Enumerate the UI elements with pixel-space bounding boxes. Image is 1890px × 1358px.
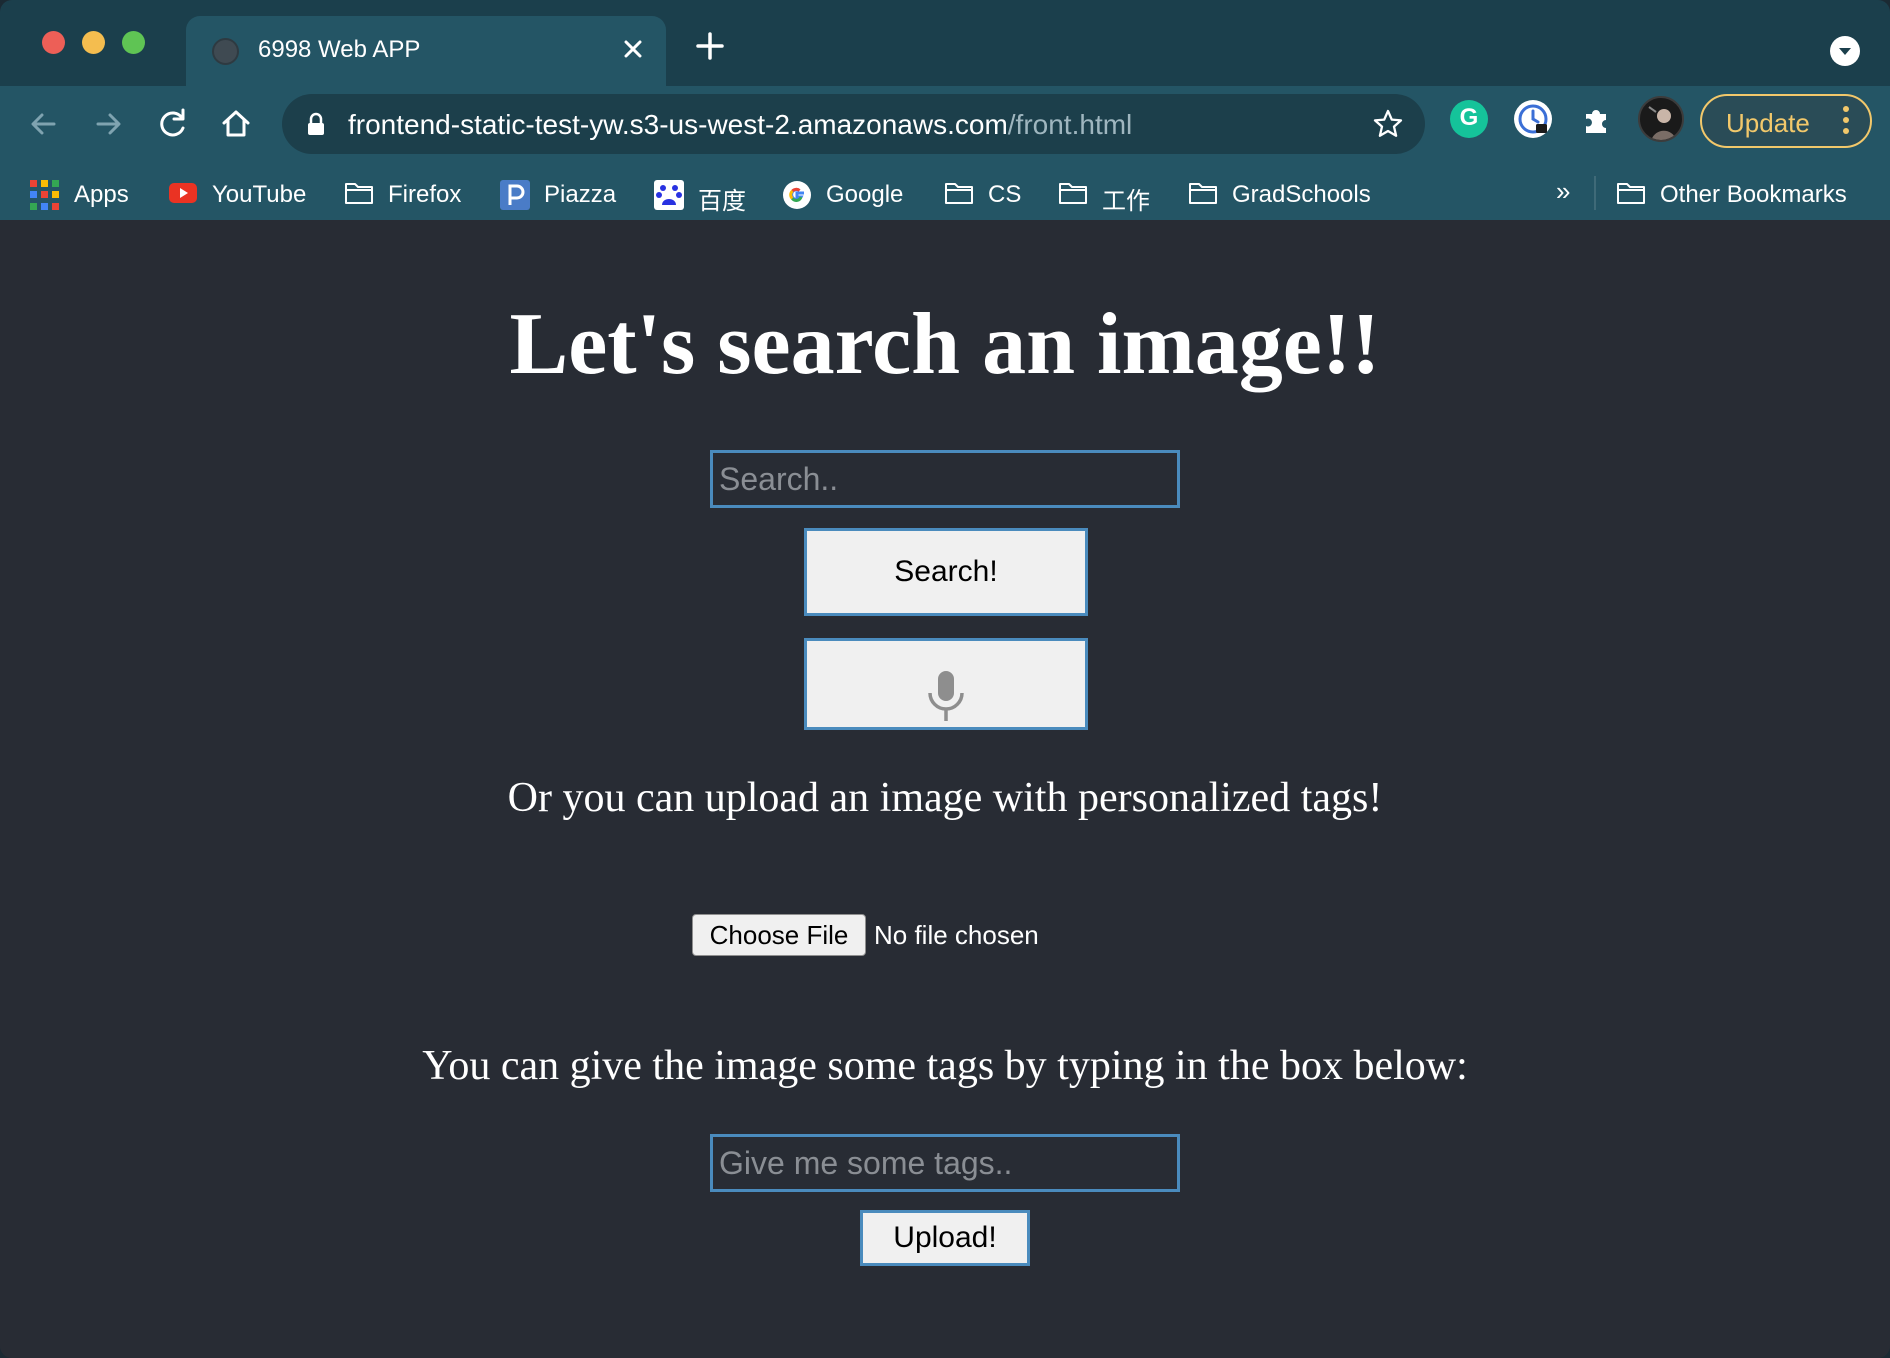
update-label: Update (1726, 108, 1810, 138)
maximize-window-button[interactable] (122, 31, 145, 54)
close-tab-icon[interactable] (618, 34, 648, 64)
choose-file-button[interactable]: Choose File (692, 914, 866, 956)
bookmark-label: Google (826, 181, 904, 208)
reload-icon[interactable] (152, 104, 192, 144)
back-arrow-icon[interactable] (24, 104, 64, 144)
folder-icon (1188, 180, 1218, 206)
youtube-icon (168, 180, 198, 206)
tags-prompt: You can give the image some tags by typi… (422, 1043, 1468, 1089)
browser-window: 6998 Web APP frontend-static-test-yw.s3-… (0, 0, 1890, 1358)
bookmark-label: Apps (74, 181, 129, 208)
page-title: Let's search an image!! (509, 296, 1381, 393)
search-button[interactable]: Search! (804, 528, 1088, 616)
upload-button[interactable]: Upload! (860, 1210, 1030, 1266)
tags-input[interactable] (710, 1134, 1180, 1192)
update-browser-button[interactable]: Update (1700, 94, 1872, 148)
bookmark-label: Piazza (544, 181, 617, 208)
search-input[interactable] (710, 450, 1180, 508)
bookmark-label: GradSchools (1232, 181, 1371, 208)
page-content: Let's search an image!! Search! Or you c… (0, 220, 1890, 1358)
home-icon[interactable] (216, 104, 256, 144)
bookmark-label: CS (988, 181, 1022, 208)
tab-strip: 6998 Web APP (0, 0, 1890, 86)
more-menu-icon[interactable] (1840, 106, 1852, 138)
bookmark-label: YouTube (212, 181, 307, 208)
bookmark-label: 百度 (698, 188, 746, 215)
tab-search-chevron-icon[interactable] (1830, 36, 1860, 66)
file-status: No file chosen (874, 920, 1039, 950)
piazza-icon (500, 180, 530, 210)
extensions-puzzle-icon[interactable] (1578, 100, 1616, 138)
tab-title: 6998 Web APP (258, 36, 421, 63)
bookmark-star-icon[interactable] (1372, 108, 1404, 140)
close-window-button[interactable] (42, 31, 65, 54)
bookmarks-bar: Apps YouTube Firefox Piazza 百度 Google CS… (0, 158, 1890, 228)
globe-icon (212, 38, 239, 65)
address-bar[interactable]: frontend-static-test-yw.s3-us-west-2.ama… (282, 94, 1425, 154)
upload-prompt: Or you can upload an image with personal… (507, 775, 1383, 821)
more-bookmarks-chevron[interactable]: » (1556, 176, 1570, 207)
voice-search-button[interactable] (804, 638, 1088, 730)
url-host: frontend-static-test-yw.s3-us-west-2.ama… (348, 109, 1008, 140)
profile-avatar[interactable] (1638, 96, 1684, 142)
folder-icon (1616, 180, 1646, 206)
url-text: frontend-static-test-yw.s3-us-west-2.ama… (348, 109, 1132, 141)
folder-icon (344, 180, 374, 206)
browser-toolbar: frontend-static-test-yw.s3-us-west-2.ama… (0, 86, 1890, 240)
bookmark-label: Other Bookmarks (1660, 181, 1847, 208)
bookmarks-divider (1594, 176, 1596, 210)
forward-arrow-icon[interactable] (88, 104, 128, 144)
new-tab-plus-icon[interactable] (692, 28, 728, 64)
tab-active[interactable]: 6998 Web APP (186, 16, 666, 86)
folder-icon (1058, 180, 1088, 206)
baidu-icon (654, 180, 684, 210)
folder-icon (944, 180, 974, 206)
lock-icon[interactable] (306, 112, 326, 136)
google-icon (782, 180, 812, 209)
microphone-icon (923, 669, 969, 723)
minimize-window-button[interactable] (82, 31, 105, 54)
bookmark-label: Firefox (388, 181, 462, 208)
clock-lock-extension-icon[interactable] (1514, 100, 1552, 138)
bookmark-label: 工作 (1102, 188, 1150, 215)
url-path: /front.html (1007, 109, 1133, 140)
grammarly-extension-icon[interactable]: G (1450, 100, 1488, 138)
apps-grid-icon (30, 180, 60, 210)
